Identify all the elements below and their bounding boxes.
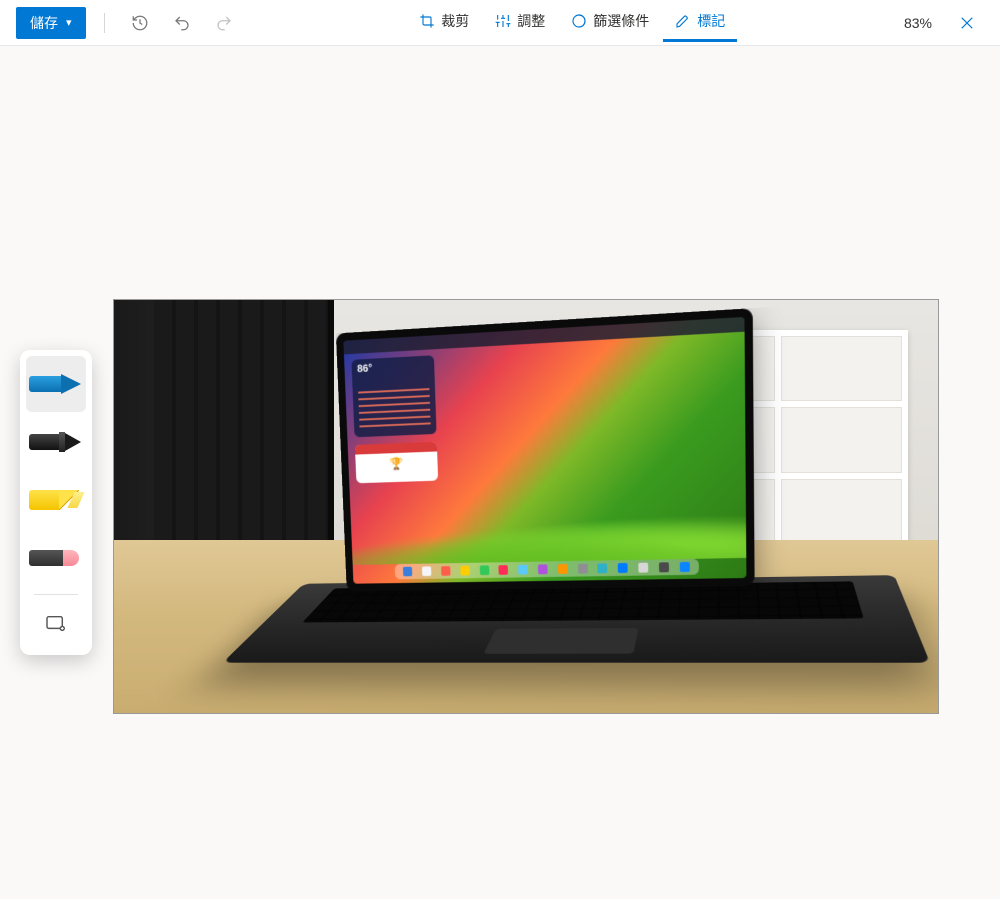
calendar-widget [355, 442, 438, 484]
more-tools-button[interactable] [26, 603, 86, 643]
tab-adjust-label: 調整 [517, 11, 545, 31]
markup-pen-palette [20, 350, 92, 655]
pen-calligraphy[interactable] [26, 414, 86, 470]
toolbar-divider [104, 13, 105, 33]
pen-eraser[interactable] [26, 530, 86, 586]
tab-crop[interactable]: 裁剪 [407, 3, 481, 42]
weather-widget [351, 355, 436, 437]
pen-ballpoint[interactable] [26, 356, 86, 412]
redo-icon [215, 14, 233, 32]
editor-tabs: 裁剪 調整 篩選條件 標記 [249, 3, 896, 42]
crop-icon [419, 13, 435, 29]
laptop [301, 317, 853, 703]
filter-icon [571, 13, 587, 29]
tab-markup[interactable]: 標記 [663, 3, 737, 42]
ballpoint-pen-icon [29, 373, 83, 395]
pen-highlighter[interactable] [26, 472, 86, 528]
adjust-icon [495, 13, 511, 29]
tab-filter[interactable]: 篩選條件 [559, 3, 661, 42]
tab-adjust[interactable]: 調整 [483, 3, 557, 42]
tab-crop-label: 裁剪 [441, 11, 469, 31]
laptop-screen [343, 317, 746, 584]
editor-canvas[interactable] [0, 46, 1000, 899]
eraser-icon [29, 547, 83, 569]
markup-icon [675, 13, 691, 29]
laptop-keyboard [302, 581, 863, 622]
editor-toolbar: 儲存 ▾ 裁剪 調整 [0, 0, 1000, 46]
laptop-trackpad [483, 628, 638, 654]
tab-markup-label: 標記 [697, 11, 725, 31]
calligraphy-pen-icon [29, 431, 83, 453]
close-icon [958, 14, 976, 32]
tab-filter-label: 篩選條件 [593, 11, 649, 31]
laptop-lid [336, 308, 755, 591]
image-content [114, 300, 938, 713]
highlighter-icon [29, 489, 83, 511]
undo-button[interactable] [165, 6, 199, 40]
laptop-base [223, 575, 930, 663]
rectangle-tool-icon [45, 614, 67, 632]
toolbar-right: 83% [904, 6, 984, 40]
history-button[interactable] [123, 6, 157, 40]
zoom-level[interactable]: 83% [904, 15, 932, 31]
edited-image[interactable] [113, 299, 939, 714]
close-editor-button[interactable] [950, 6, 984, 40]
palette-divider [34, 594, 78, 595]
save-button[interactable]: 儲存 ▾ [16, 7, 86, 39]
history-icon [131, 14, 149, 32]
macos-dock [395, 559, 699, 580]
undo-icon [173, 14, 191, 32]
save-button-label: 儲存 [30, 13, 58, 33]
redo-button[interactable] [207, 6, 241, 40]
chevron-down-icon: ▾ [66, 16, 72, 29]
